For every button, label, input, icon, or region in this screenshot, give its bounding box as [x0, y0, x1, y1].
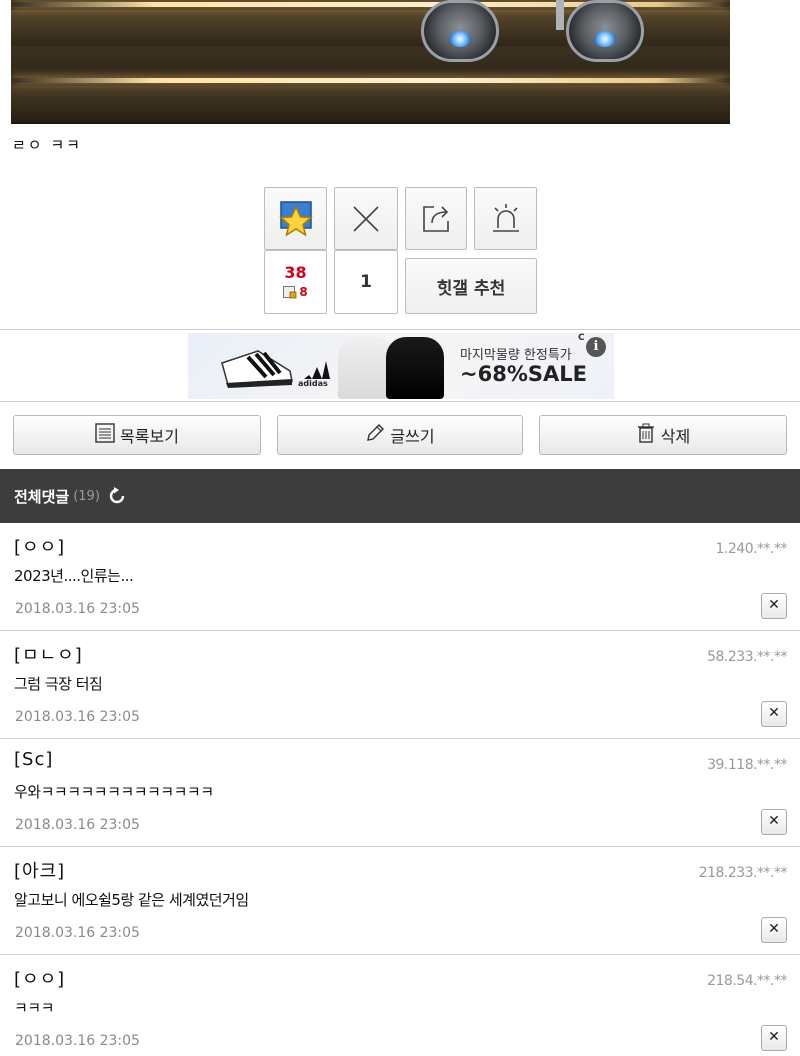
list-view-label: 목록보기 [120, 427, 179, 446]
star-icon [276, 199, 316, 239]
comment-ip: 218.233.**.** [698, 865, 788, 881]
ad-info-icon[interactable]: i [586, 337, 606, 357]
comment-nick[interactable]: [Sc] [14, 749, 53, 770]
share-icon [420, 203, 452, 235]
vote-star-button[interactable] [264, 187, 327, 250]
comment-item: [ㅁㄴㅇ] 58.233.**.** 그럼 극장 터짐 2018.03.16 2… [0, 631, 800, 739]
comment-date: 2018.03.16 23:05 [15, 601, 140, 617]
cancel-count: 1 [360, 272, 372, 292]
comment-body: ㅋㅋㅋ [14, 999, 54, 1017]
vote-sub-count: 8 [299, 285, 308, 299]
post-image [11, 0, 730, 124]
comment-date: 2018.03.16 23:05 [15, 709, 140, 725]
comment-delete-button[interactable]: ✕ [761, 701, 787, 727]
ad-line1: 마지막물량 한정특가 [460, 348, 572, 363]
comments-header: 전체댓글 (19) [0, 469, 800, 523]
write-label: 글쓰기 [390, 427, 435, 446]
vote-count-box: 38 8 [264, 250, 327, 314]
comments-count: (19) [73, 488, 100, 504]
black-shirt-image [386, 337, 444, 399]
comment-item: [Sc] 39.118.**.** 우와ㅋㅋㅋㅋㅋㅋㅋㅋㅋㅋㅋㅋㅋ 2018.0… [0, 739, 800, 847]
comment-ip: 39.118.**.** [707, 757, 787, 773]
cancel-count-box: 1 [334, 250, 398, 314]
comment-delete-button[interactable]: ✕ [761, 917, 787, 943]
divider [0, 329, 800, 330]
report-button[interactable] [474, 187, 537, 250]
comment-body: 2023년....인류는... [14, 567, 134, 585]
sneaker-image [221, 350, 293, 388]
light-strip [11, 78, 730, 83]
pencil-icon [365, 423, 385, 447]
projector-lamp [421, 0, 499, 62]
lamp-rod [556, 0, 564, 30]
comments-title: 전체댓글 [14, 487, 70, 506]
comment-delete-button[interactable]: ✕ [761, 1025, 787, 1051]
post-caption: ㄹㅇ ㅋㅋ [12, 136, 82, 154]
delete-label: 삭제 [660, 427, 691, 446]
comment-delete-button[interactable]: ✕ [761, 593, 787, 619]
ad-corner-mark: C [578, 333, 585, 343]
comment-nick[interactable]: [ㅇㅇ] [14, 533, 65, 559]
ad-line2: ~68%SALE [460, 362, 587, 386]
x-icon [351, 204, 381, 234]
ad-brand: adidas [298, 379, 328, 388]
write-button[interactable]: 글쓰기 [277, 415, 523, 455]
comment-date: 2018.03.16 23:05 [15, 817, 140, 833]
comment-date: 2018.03.16 23:05 [15, 1033, 140, 1049]
comment-nick[interactable]: [ㅇㅇ] [14, 965, 65, 991]
delete-button[interactable]: 삭제 [539, 415, 787, 455]
comment-item: [ㅇㅇ] 1.240.**.** 2023년....인류는... 2018.03… [0, 523, 800, 631]
comment-item: [아크] 218.233.**.** 알고보니 에오쉴5랑 같은 세계였던거임 … [0, 847, 800, 955]
vote-count: 38 [284, 263, 307, 282]
comment-delete-button[interactable]: ✕ [761, 809, 787, 835]
recommend-label: 힛갤 추천 [436, 278, 506, 299]
refresh-icon[interactable] [108, 487, 126, 505]
comment-ip: 1.240.**.** [715, 541, 788, 557]
comment-item: [ㅇㅇ] 218.54.**.** ㅋㅋㅋ 2018.03.16 23:05 ✕ [0, 955, 800, 1056]
list-icon [95, 423, 115, 447]
trash-icon [636, 423, 656, 447]
cancel-vote-button[interactable] [334, 187, 398, 250]
comment-nick[interactable]: [ㅁㄴㅇ] [14, 641, 83, 667]
comment-date: 2018.03.16 23:05 [15, 925, 140, 941]
hit-gallery-recommend-button[interactable]: 힛갤 추천 [405, 258, 537, 314]
comment-ip: 58.233.**.** [707, 649, 787, 665]
mobile-vote-icon [283, 285, 297, 299]
siren-icon [489, 202, 523, 236]
comment-ip: 218.54.**.** [707, 973, 787, 989]
list-view-button[interactable]: 목록보기 [13, 415, 261, 455]
vote-sub-count-row: 8 [283, 285, 308, 299]
divider [0, 401, 800, 402]
ad-banner[interactable]: adidas 마지막물량 한정특가 ~68%SALE C i [188, 333, 614, 399]
shelf-decoration [11, 86, 730, 122]
share-button[interactable] [405, 187, 467, 250]
comment-body: 그럼 극장 터짐 [14, 675, 103, 693]
projector-lamp [566, 0, 644, 62]
comment-nick[interactable]: [아크] [14, 857, 65, 883]
comment-body: 알고보니 에오쉴5랑 같은 세계였던거임 [14, 891, 249, 909]
comment-body: 우와ㅋㅋㅋㅋㅋㅋㅋㅋㅋㅋㅋㅋㅋ [14, 783, 214, 801]
